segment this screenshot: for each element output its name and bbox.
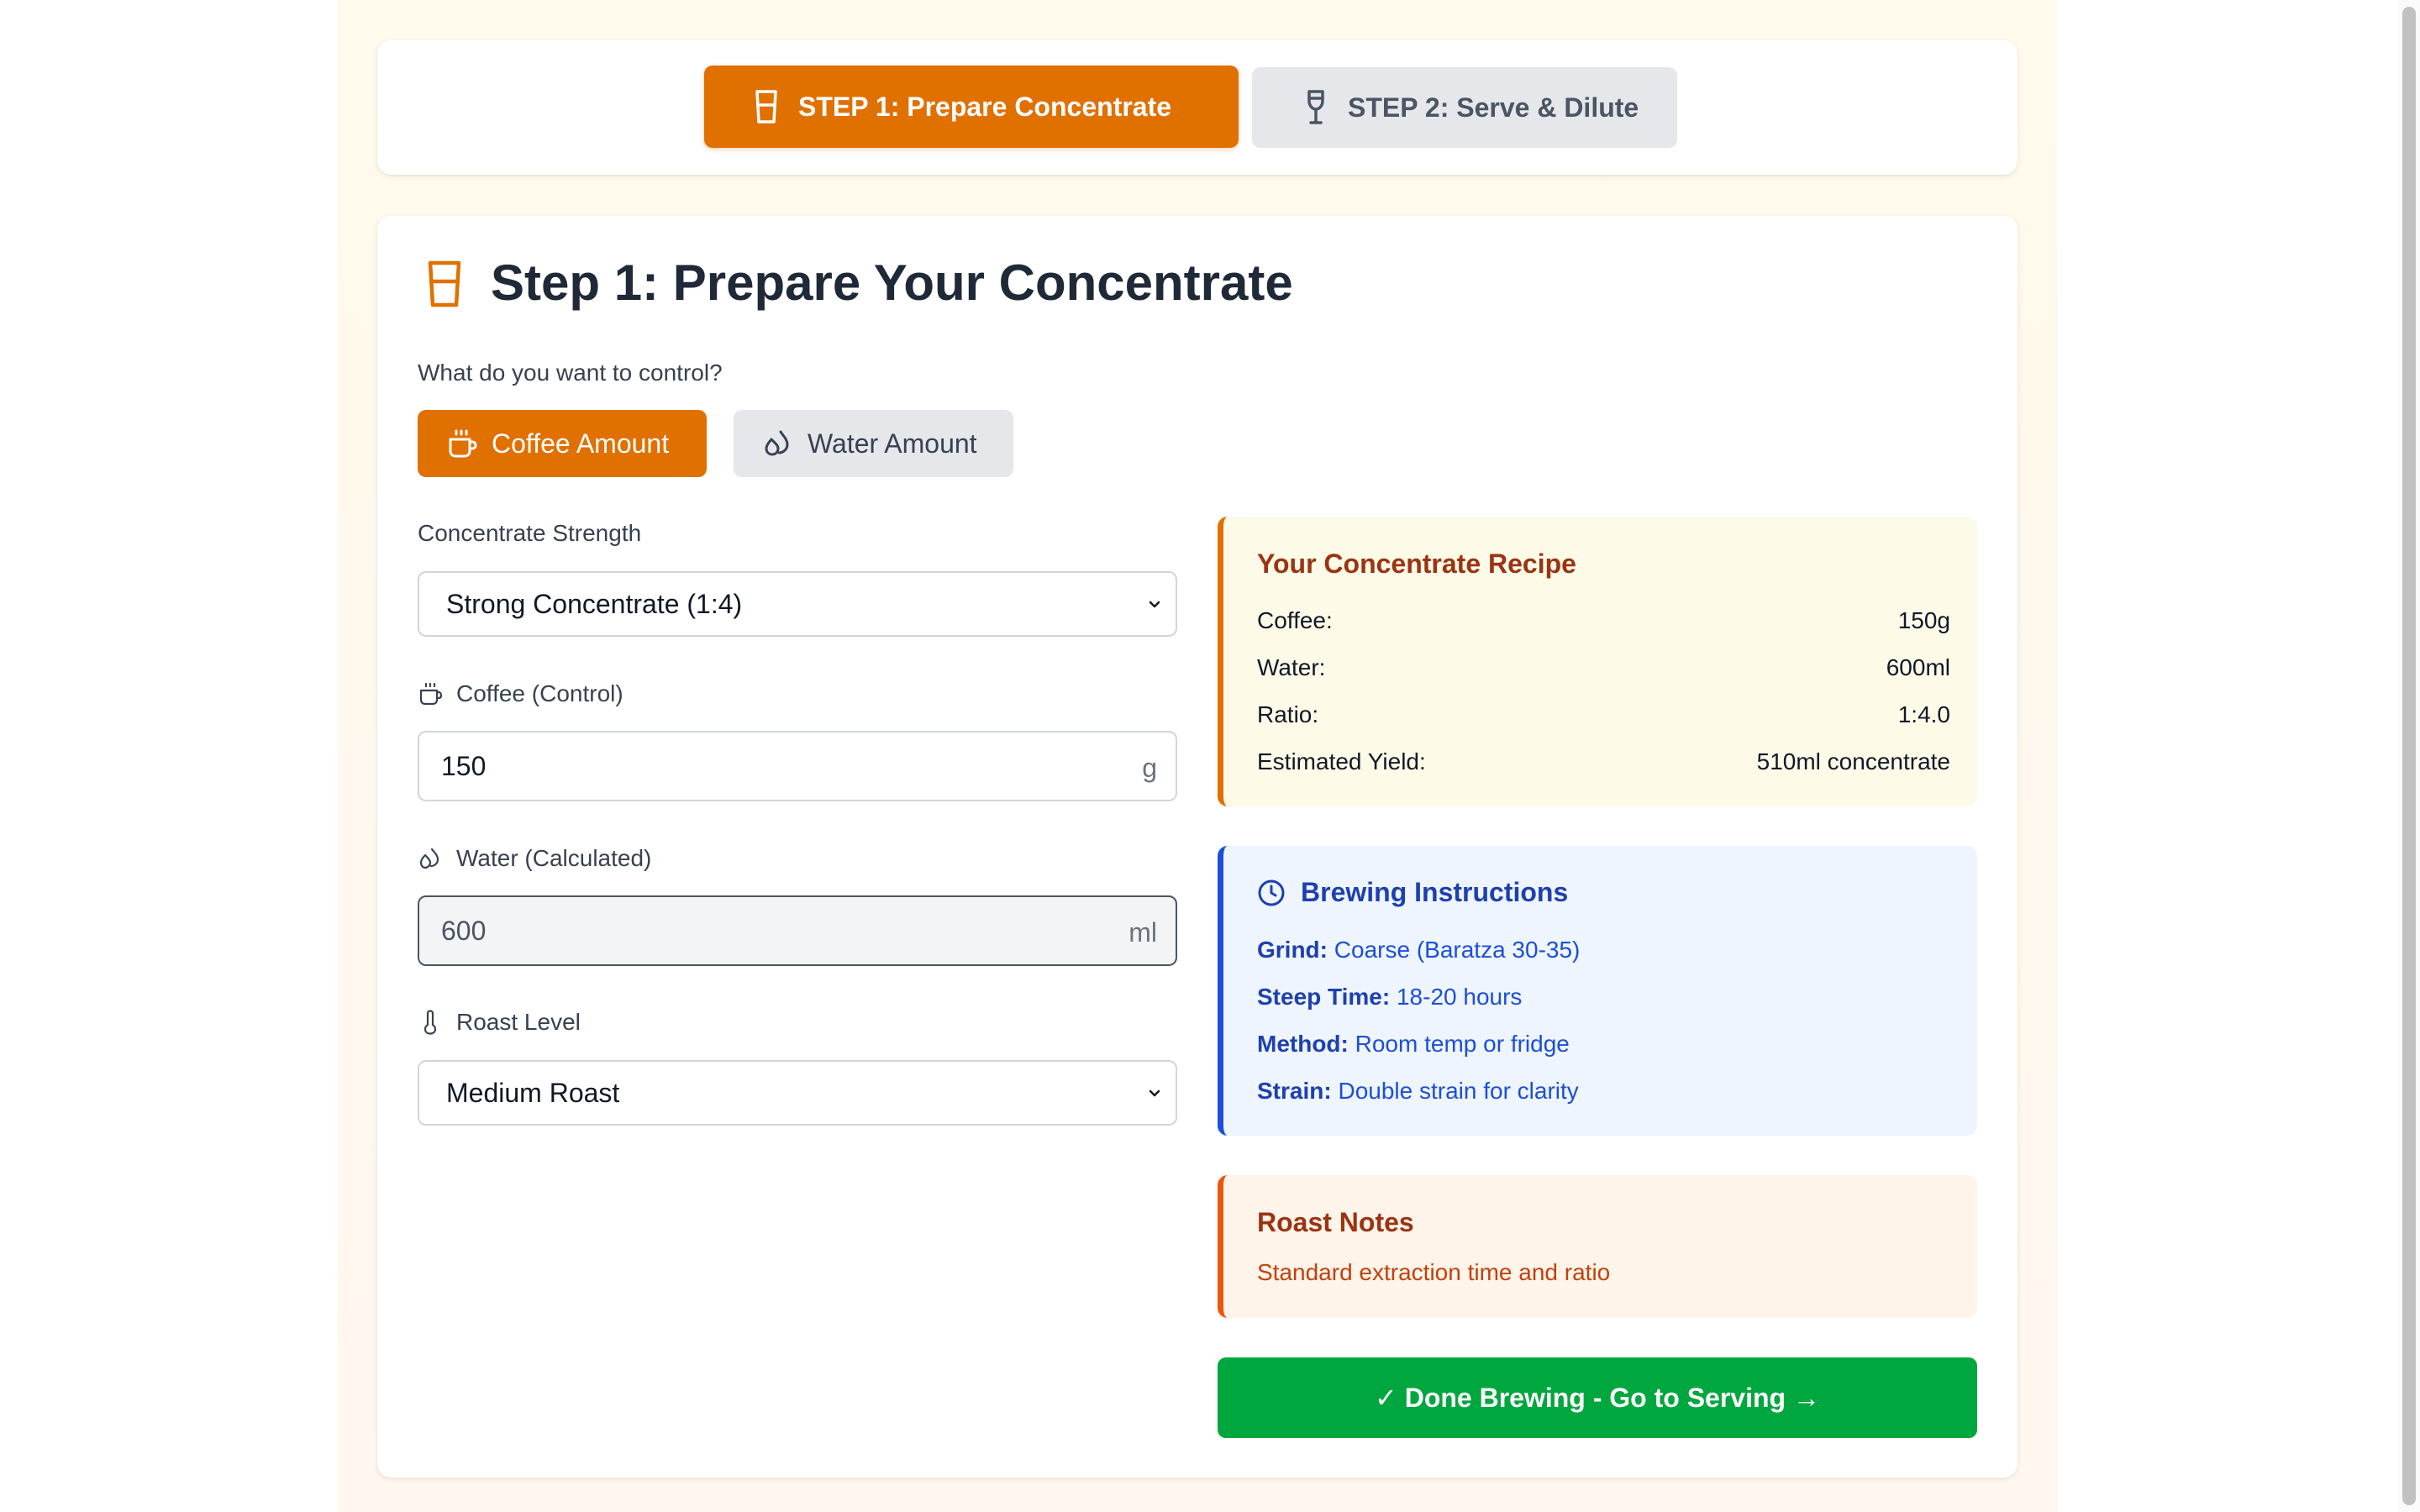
recipe-value: 510ml concentrate — [1756, 748, 1950, 774]
instruction-steep-time: Steep Time: 18-20 hours — [1257, 984, 1522, 1011]
strength-select[interactable]: Strong Concentrate (1:4) — [418, 571, 1177, 637]
recipe-key: Coffee: — [1257, 607, 1333, 633]
instruction-key: Strain: — [1257, 1078, 1332, 1104]
strength-label-text: Concentrate Strength — [418, 520, 642, 546]
coffee-amount-label: Coffee Amount — [492, 428, 670, 459]
step2-tab-label: STEP 2: Serve & Dilute — [1348, 92, 1639, 123]
chevron-down-icon — [1149, 1089, 1160, 1097]
instruction-value: 18-20 hours — [1396, 984, 1523, 1010]
page-title: Step 1: Prepare Your Concentrate — [491, 255, 1293, 311]
scrollbar-track[interactable] — [2398, 0, 2420, 1512]
cup-glass-icon — [755, 90, 777, 123]
instructions-title: Brewing Instructions — [1257, 877, 1568, 908]
water-amount-value: 600 — [441, 915, 487, 946]
recipe-value: 1:4.0 — [1897, 701, 1950, 727]
strength-selected-value: Strong Concentrate (1:4) — [446, 588, 743, 619]
strength-label: Concentrate Strength — [418, 520, 641, 547]
chevron-down-icon — [1149, 601, 1160, 608]
control-question-text: What do you want to control? — [418, 360, 723, 386]
roast-level-select[interactable]: Medium Roast — [418, 1060, 1177, 1126]
instruction-value: Room temp or fridge — [1355, 1031, 1570, 1057]
droplets-icon — [419, 848, 439, 869]
concentrate-recipe-panel: Your Concentrate Recipe Coffee: 150g Wat… — [1218, 517, 1977, 806]
scrollbar-thumb[interactable] — [2402, 7, 2416, 1505]
water-field-label-text: Water (Calculated) — [456, 845, 652, 871]
coffee-cup-icon — [449, 429, 477, 458]
step1-tab-label: STEP 1: Prepare Concentrate — [798, 91, 1172, 122]
water-amount-input[interactable]: 600 ml — [418, 895, 1177, 966]
instruction-method: Method: Room temp or fridge — [1257, 1031, 1570, 1058]
coffee-amount-toggle[interactable]: Coffee Amount — [418, 410, 707, 477]
recipe-row-coffee: Coffee: 150g — [1257, 607, 1950, 634]
recipe-row-water: Water: 600ml — [1257, 654, 1950, 681]
coffee-unit-label: g — [1142, 753, 1157, 783]
water-amount-toggle[interactable]: Water Amount — [734, 410, 1013, 477]
recipe-value: 600ml — [1886, 654, 1950, 680]
roast-level-label: Roast Level — [418, 1009, 581, 1036]
roast-selected-value: Medium Roast — [446, 1077, 620, 1108]
roast-level-label-text: Roast Level — [456, 1009, 581, 1035]
instruction-key: Grind: — [1257, 937, 1328, 963]
instruction-key: Method: — [1257, 1031, 1349, 1057]
coffee-amount-value: 150 — [441, 750, 487, 781]
roast-notes-panel: Roast Notes Standard extraction time and… — [1218, 1175, 1977, 1318]
instruction-grind: Grind: Coarse (Baratza 30-35) — [1257, 937, 1580, 963]
coffee-field-label-text: Coffee (Control) — [456, 680, 623, 706]
recipe-key: Ratio: — [1257, 701, 1319, 727]
recipe-value: 150g — [1897, 607, 1950, 633]
recipe-row-ratio: Ratio: 1:4.0 — [1257, 701, 1950, 728]
instruction-value: Coarse (Baratza 30-35) — [1334, 937, 1581, 963]
coffee-amount-input[interactable]: 150 g — [418, 731, 1177, 801]
instruction-strain: Strain: Double strain for clarity — [1257, 1078, 1579, 1105]
clock-icon — [1258, 879, 1285, 906]
recipe-row-yield: Estimated Yield: 510ml concentrate — [1257, 748, 1950, 775]
roast-notes-text: Standard extraction time and ratio — [1257, 1259, 1611, 1285]
instructions-title-text: Brewing Instructions — [1301, 877, 1569, 907]
droplets-icon — [765, 430, 789, 456]
step1-tab-button[interactable]: STEP 1: Prepare Concentrate — [704, 66, 1239, 148]
recipe-key: Water: — [1257, 654, 1326, 680]
water-unit-label: ml — [1128, 917, 1157, 948]
water-amount-label: Water Amount — [808, 428, 977, 459]
cup-glass-icon — [428, 260, 461, 307]
thermometer-icon — [424, 1010, 437, 1035]
recipe-key: Estimated Yield: — [1257, 748, 1426, 774]
done-brewing-button[interactable]: ✓ Done Brewing - Go to Serving → — [1218, 1357, 1977, 1438]
instruction-key: Steep Time: — [1257, 984, 1391, 1010]
coffee-field-label: Coffee (Control) — [418, 680, 623, 707]
brewing-instructions-panel: Brewing Instructions Grind: Coarse (Bara… — [1218, 846, 1977, 1136]
control-question-label: What do you want to control? — [418, 360, 723, 386]
wine-glass-icon — [1307, 90, 1324, 124]
recipe-title: Your Concentrate Recipe — [1257, 549, 1576, 579]
water-field-label: Water (Calculated) — [418, 845, 651, 872]
roast-notes-title: Roast Notes — [1257, 1207, 1414, 1237]
coffee-cup-icon — [419, 682, 443, 706]
step2-tab-button[interactable]: STEP 2: Serve & Dilute — [1252, 67, 1677, 148]
instruction-value: Double strain for clarity — [1338, 1078, 1579, 1104]
